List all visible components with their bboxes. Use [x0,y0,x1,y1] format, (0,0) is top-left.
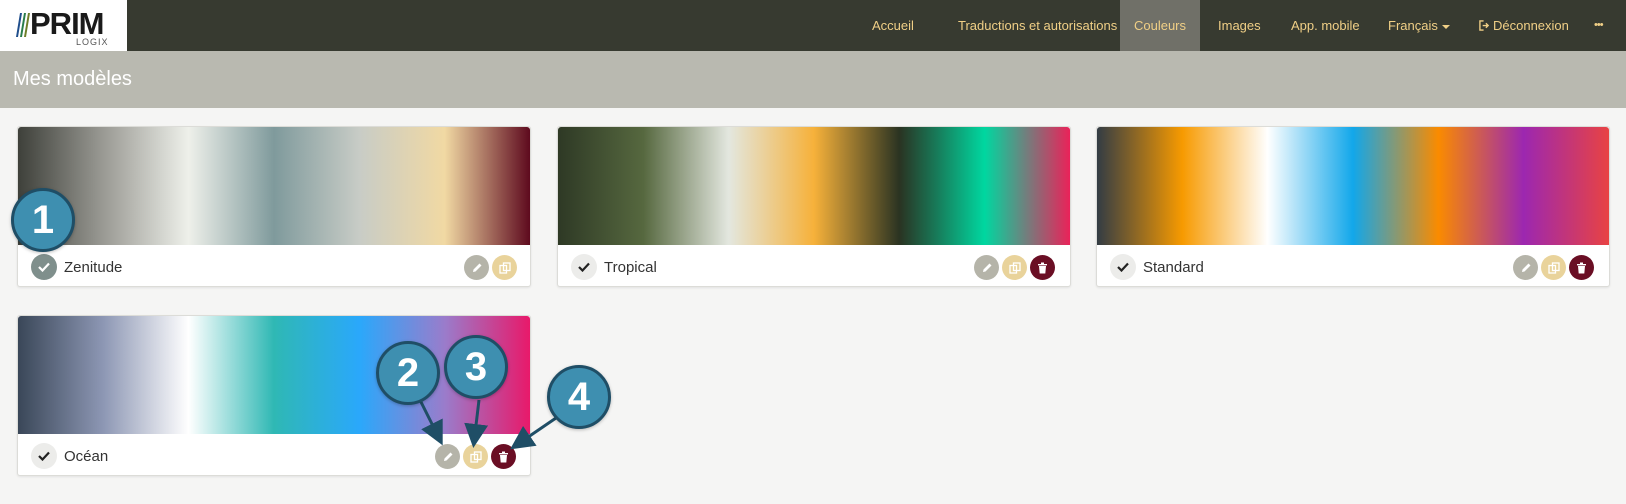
nav-item-logout[interactable]: Déconnexion [1479,0,1569,51]
check-icon [1117,262,1129,272]
callout-badge-4: 4 [547,365,611,429]
callout-badge-2: 2 [376,341,440,405]
copy-button[interactable] [463,444,488,469]
chevron-down-icon [1441,24,1450,29]
delete-button[interactable] [1569,255,1594,280]
check-icon [578,262,590,272]
select-model-button[interactable] [1110,254,1136,280]
trash-icon [1577,262,1586,273]
select-model-button[interactable] [31,443,57,469]
check-icon [38,262,50,272]
gradient-swatch [18,127,530,245]
pencil-icon [443,452,452,461]
nav-item-images[interactable]: Images [1218,0,1261,51]
nav-item-app-mobile[interactable]: App. mobile [1291,0,1360,51]
nav-more-menu[interactable]: ••• [1594,0,1604,51]
callout-badge-1: 1 [11,188,75,252]
copy-button[interactable] [1541,255,1566,280]
brand-logo[interactable]: PRIM LOGIX [0,0,127,51]
edit-button[interactable] [464,255,489,280]
select-model-button[interactable] [571,254,597,280]
model-name: Standard [1143,259,1204,276]
pencil-icon [472,263,481,272]
callout-badge-3: 3 [444,335,508,399]
trash-icon [1038,262,1047,273]
copy-icon [1547,261,1560,274]
delete-button[interactable] [491,444,516,469]
brand-sub: LOGIX [76,37,109,47]
delete-button[interactable] [1030,255,1055,280]
nav-item-traductions[interactable]: Traductions et autorisations [958,0,1117,51]
copy-button[interactable] [1002,255,1027,280]
model-card-zenitude[interactable]: Zenitude [17,126,531,287]
nav-item-accueil[interactable]: Accueil [872,0,914,51]
copy-icon [1008,261,1021,274]
gradient-swatch [1097,127,1609,245]
edit-button[interactable] [435,444,460,469]
select-model-button[interactable] [31,254,57,280]
nav-item-couleurs[interactable]: Couleurs [1120,0,1200,51]
top-navbar: PRIM LOGIX Accueil Traductions et autori… [0,0,1626,51]
trash-icon [499,451,508,462]
edit-button[interactable] [1513,255,1538,280]
model-name: Océan [64,448,109,465]
model-name: Zenitude [64,259,123,276]
page-title: Mes modèles [13,68,132,90]
model-card-tropical[interactable]: Tropical [557,126,1071,287]
logo-stripes-icon [16,13,30,37]
check-icon [38,451,50,461]
copy-icon [498,261,511,274]
copy-icon [469,450,482,463]
copy-button[interactable] [492,255,517,280]
nav-item-language[interactable]: Français [1388,0,1450,51]
model-card-ocean[interactable]: Océan [17,315,531,476]
sign-out-icon [1479,20,1490,31]
model-card-standard[interactable]: Standard [1096,126,1610,287]
page-header: Mes modèles [0,51,1626,108]
gradient-swatch [558,127,1070,245]
pencil-icon [982,263,991,272]
brand-name: PRIM [30,6,104,41]
model-name: Tropical [604,259,657,276]
edit-button[interactable] [974,255,999,280]
pencil-icon [1521,263,1530,272]
